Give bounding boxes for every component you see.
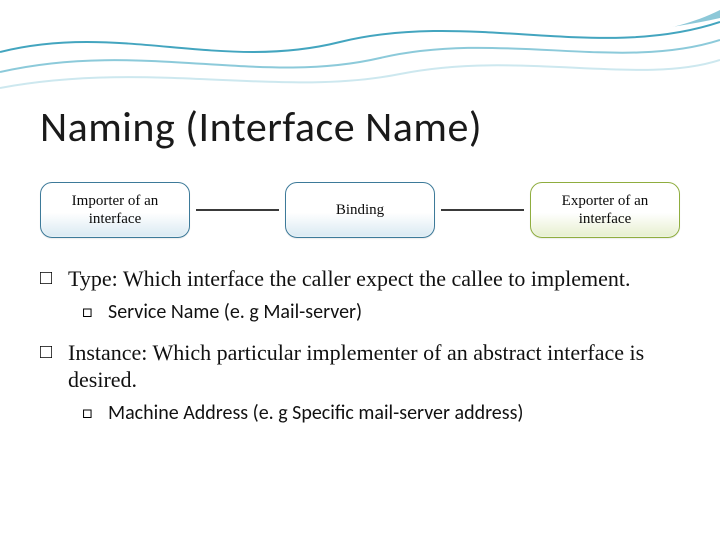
bullet-type-sub: Service Name (e. g Mail-server) bbox=[40, 299, 680, 325]
bullet-type: Type: Which interface the caller expect … bbox=[40, 265, 680, 293]
slide-title: Naming (Interface Name) bbox=[40, 102, 482, 153]
importer-node: Importer of an interface bbox=[40, 182, 190, 238]
bullet-instance-sub: Machine Address (e. g Specific mail-serv… bbox=[40, 400, 680, 426]
connector-line bbox=[196, 209, 279, 211]
bullet-instance: Instance: Which particular implementer o… bbox=[40, 339, 680, 394]
binding-node: Binding bbox=[285, 182, 435, 238]
binding-diagram: Importer of an interface Binding Exporte… bbox=[40, 180, 680, 240]
header-wave-decoration bbox=[0, 0, 720, 110]
exporter-node: Exporter of an interface bbox=[530, 182, 680, 238]
content-area: Type: Which interface the caller expect … bbox=[40, 265, 680, 440]
connector-line bbox=[441, 209, 524, 211]
